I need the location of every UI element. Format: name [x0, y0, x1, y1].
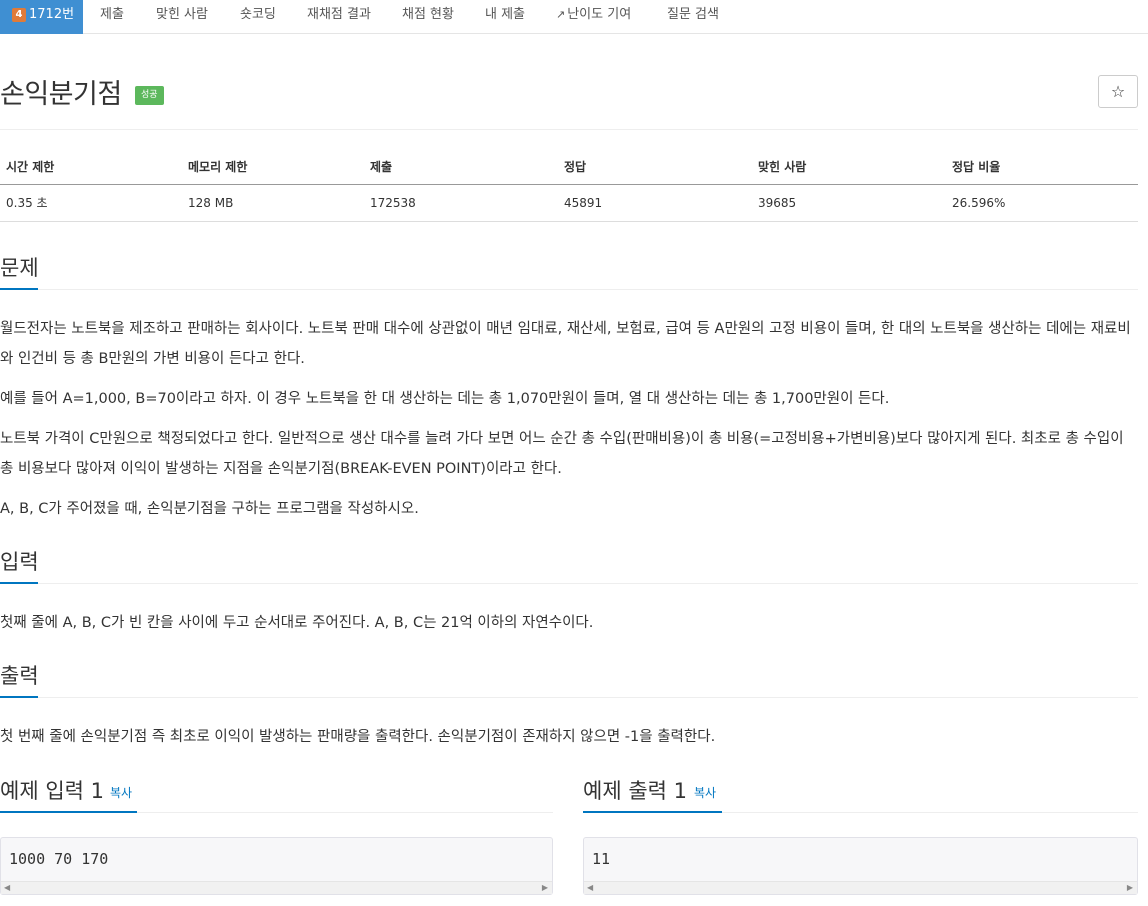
output-description: 첫 번째 줄에 손익분기점 즉 최초로 이익이 발생하는 판매량을 출력한다. …	[0, 729, 716, 745]
table-row: 0.35 초 128 MB 172538 45891 39685 26.596%	[0, 184, 1138, 222]
scroll-left-icon[interactable]: ◀	[4, 883, 10, 892]
header-submissions: 제출	[364, 150, 558, 185]
horizontal-scrollbar[interactable]: ◀ ▶	[1, 881, 552, 894]
problem-title: 손익분기점	[0, 79, 122, 110]
header-solved-users: 맞힌 사람	[752, 150, 946, 185]
header-accept-ratio: 정답 비율	[946, 150, 1138, 185]
favorite-star-button[interactable]: ☆	[1098, 75, 1138, 108]
horizontal-scrollbar[interactable]: ◀ ▶	[584, 881, 1137, 894]
accept-ratio-value: 26.596%	[946, 184, 1138, 222]
tab-rejudge-results[interactable]: 재채점 결과	[291, 0, 387, 34]
status-badge: 성공	[135, 86, 164, 105]
tab-solved-users[interactable]: 맞힌 사람	[140, 0, 224, 34]
problem-description-p2: 예를 들어 A=1,000, B=70이라고 하자. 이 경우 노트북을 한 대…	[0, 391, 890, 407]
problem-section-title: 문제	[0, 256, 39, 280]
submissions-value: 172538	[364, 184, 558, 222]
problem-description-p4: A, B, C가 주어졌을 때, 손익분기점을 구하는 프로그램을 작성하시오.	[0, 501, 419, 517]
tab-judge-status[interactable]: 채점 현황	[386, 0, 470, 34]
section-underline	[0, 696, 38, 698]
divider	[0, 129, 1138, 130]
tab-difficulty-contribution[interactable]: ↗ 난이도 기여	[540, 0, 647, 34]
header-accepted: 정답	[558, 150, 752, 185]
problem-description-p1: 월드전자는 노트북을 제조하고 판매하는 회사이다. 노트북 판매 대수에 상관…	[0, 321, 1131, 367]
sample-input-title: 예제 입력 1	[0, 779, 104, 803]
tab-my-submissions[interactable]: 내 제출	[469, 0, 541, 34]
tab-question-search[interactable]: 질문 검색	[651, 0, 735, 34]
output-section-title: 출력	[0, 664, 39, 688]
memory-limit-value: 128 MB	[182, 184, 364, 222]
scroll-right-icon[interactable]: ▶	[542, 883, 548, 892]
divider	[0, 583, 1138, 584]
table-header-row: 시간 제한 메모리 제한 제출 정답 맞힌 사람 정답 비율	[0, 150, 1138, 185]
tier-icon: 4	[12, 7, 26, 22]
divider	[0, 697, 1138, 698]
tab-problem[interactable]: 4 1712번	[0, 0, 83, 34]
sample-input-box[interactable]: 1000 70 170 ◀ ▶	[0, 837, 553, 895]
section-underline	[0, 582, 38, 584]
copy-input-button[interactable]: 복사	[110, 784, 132, 801]
tab-submit[interactable]: 제출	[84, 0, 140, 34]
section-underline	[583, 811, 722, 813]
solved-users-value: 39685	[752, 184, 946, 222]
sample-input-text: 1000 70 170	[9, 850, 109, 868]
sample-output-text: 11	[592, 850, 611, 868]
input-section-title: 입력	[0, 550, 39, 574]
tab-short-coding[interactable]: 숏코딩	[224, 0, 292, 34]
header-time-limit: 시간 제한	[0, 150, 182, 185]
problem-menu-bar: 4 1712번 제출 맞힌 사람 숏코딩 재채점 결과 채점 현황 내 제출 ↗ 난…	[0, 0, 1148, 34]
problem-number: 1712번	[29, 7, 75, 22]
header-memory-limit: 메모리 제한	[182, 150, 364, 185]
difficulty-label: 난이도 기여	[567, 7, 632, 22]
scroll-left-icon[interactable]: ◀	[587, 883, 593, 892]
scroll-right-icon[interactable]: ▶	[1127, 883, 1133, 892]
problem-description-p3: 노트북 가격이 C만원으로 책정되었다고 한다. 일반적으로 생산 대수를 늘려…	[0, 431, 1124, 477]
divider	[0, 289, 1138, 290]
problem-info-table: 시간 제한 메모리 제한 제출 정답 맞힌 사람 정답 비율 0.35 초 12…	[0, 150, 1138, 222]
copy-output-button[interactable]: 복사	[694, 784, 716, 801]
time-limit-value: 0.35 초	[0, 184, 182, 222]
sample-output-box[interactable]: 11 ◀ ▶	[583, 837, 1138, 895]
accepted-value: 45891	[558, 184, 752, 222]
sample-output-title: 예제 출력 1	[583, 779, 687, 803]
section-underline	[0, 288, 38, 290]
external-link-icon: ↗	[556, 8, 566, 21]
input-description: 첫째 줄에 A, B, C가 빈 칸을 사이에 두고 순서대로 주어진다. A,…	[0, 615, 594, 631]
star-icon: ☆	[1110, 82, 1126, 101]
section-underline	[0, 811, 137, 813]
